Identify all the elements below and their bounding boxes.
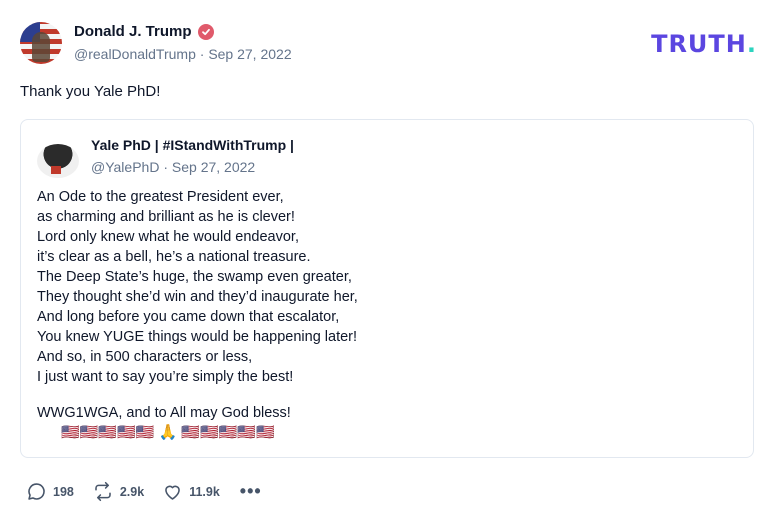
post-date[interactable]: Sep 27, 2022 — [208, 46, 291, 62]
post-header: Donald J. Trump @realDonaldTrump · Sep 2… — [20, 20, 757, 66]
post-actions: 198 2.9k 11.9k ••• — [26, 481, 262, 502]
retruth-count: 2.9k — [119, 484, 145, 499]
reply-button[interactable]: 198 — [26, 481, 74, 502]
quoted-author-meta: @YalePhD · Sep 27, 2022 — [91, 159, 255, 175]
quoted-post[interactable]: Yale PhD | #IStandWithTrump | @YalePhD ·… — [20, 119, 754, 458]
reply-count: 198 — [53, 484, 74, 499]
more-dots-icon[interactable]: ••• — [240, 481, 262, 502]
reply-bubble-icon — [26, 481, 47, 502]
poem-closing: WWG1WGA, and to All may God bless! — [37, 405, 291, 421]
heart-icon — [162, 481, 183, 502]
truth-logo[interactable]: TRUTH. — [651, 30, 757, 58]
post-text: Thank you Yale PhD! — [20, 83, 161, 100]
quoted-author-avatar[interactable] — [37, 144, 79, 178]
like-count: 11.9k — [189, 484, 220, 499]
poem-line: it’s clear as a bell, he’s a national tr… — [37, 249, 311, 265]
author-meta: @realDonaldTrump · Sep 27, 2022 — [74, 46, 292, 62]
poem-line: And so, in 500 characters or less, — [37, 349, 253, 365]
quoted-author-name[interactable]: Yale PhD | #IStandWithTrump | — [91, 137, 294, 153]
quoted-post-body: An Ode to the greatest President ever, a… — [37, 187, 737, 423]
poem-line: Lord only knew what he would endeavor, — [37, 229, 299, 245]
verified-check-icon — [197, 23, 214, 40]
retruth-button[interactable]: 2.9k — [92, 481, 144, 502]
poem-line: You knew YUGE things would be happening … — [37, 329, 358, 345]
retruth-arrows-icon — [92, 481, 114, 502]
author-avatar[interactable] — [20, 22, 62, 64]
logo-text: TRUTH — [651, 30, 747, 58]
like-button[interactable]: 11.9k — [162, 481, 220, 502]
emoji-row: 🇺🇸🇺🇸🇺🇸🇺🇸🇺🇸 🙏 🇺🇸🇺🇸🇺🇸🇺🇸🇺🇸 — [61, 424, 275, 441]
poem-line: An Ode to the greatest President ever, — [37, 189, 284, 205]
author-handle[interactable]: @realDonaldTrump — [74, 46, 196, 62]
author-name[interactable]: Donald J. Trump — [74, 23, 192, 40]
quoted-post-date[interactable]: Sep 27, 2022 — [172, 159, 255, 175]
poem-line: They thought she’d win and they’d inaugu… — [37, 289, 358, 305]
poem-line: as charming and brilliant as he is cleve… — [37, 209, 295, 225]
logo-dot: . — [746, 30, 757, 58]
author-name-row: Donald J. Trump — [74, 23, 214, 40]
quoted-meta-separator: · — [163, 159, 168, 175]
meta-separator: · — [199, 46, 205, 62]
poem-line: And long before you came down that escal… — [37, 309, 340, 325]
poem-line: I just want to say you’re simply the bes… — [37, 369, 294, 385]
poem-line: The Deep State’s huge, the swamp even gr… — [37, 269, 352, 285]
quoted-author-handle[interactable]: @YalePhD — [91, 159, 159, 175]
